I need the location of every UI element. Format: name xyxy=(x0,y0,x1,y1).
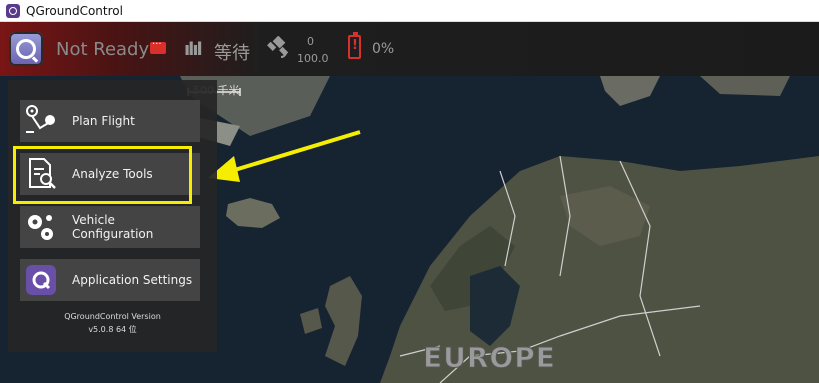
battery-percent: 0% xyxy=(372,41,395,57)
vehicle-configuration-button[interactable]: Vehicle Configuration xyxy=(20,206,200,248)
qgc-logo-icon xyxy=(20,259,62,301)
map-region-label: EUROPE xyxy=(423,341,556,375)
annotation-arrow xyxy=(208,130,361,182)
message-icon[interactable] xyxy=(150,36,166,54)
window-titlebar: QGroundControl xyxy=(0,0,819,22)
main-toolbar: Not Ready ılıl 等待 0 100.0 0% xyxy=(0,22,819,76)
link-signal-icon[interactable]: ılıl xyxy=(184,39,203,60)
link-status-label[interactable]: 等待 xyxy=(214,39,250,65)
battery-icon[interactable] xyxy=(348,32,361,59)
version-title: QGroundControl Version xyxy=(64,312,161,321)
qgc-logo-button[interactable] xyxy=(9,32,43,66)
tools-menu-panel: Plan Flight Analyze Tools Vehicle Config… xyxy=(8,80,217,352)
vehicle-configuration-label: Vehicle Configuration xyxy=(72,213,154,241)
application-settings-button[interactable]: Application Settings xyxy=(20,259,200,301)
gps-satellite-count: 0 xyxy=(307,35,314,48)
plan-flight-button[interactable]: Plan Flight xyxy=(20,100,200,142)
plan-flight-icon xyxy=(20,100,62,142)
version-value: v5.0.8 64 位 xyxy=(88,325,137,334)
application-settings-label: Application Settings xyxy=(72,273,193,287)
plan-flight-label: Plan Flight xyxy=(72,114,135,128)
qgc-app-icon xyxy=(6,3,20,18)
gps-satellite-icon[interactable] xyxy=(266,36,292,62)
analyze-tools-highlight-box xyxy=(13,146,192,204)
gps-hdop-value: 100.0 xyxy=(297,52,329,65)
gears-icon xyxy=(20,206,62,248)
vehicle-status-label[interactable]: Not Ready xyxy=(56,39,149,60)
window-title: QGroundControl xyxy=(26,3,123,18)
